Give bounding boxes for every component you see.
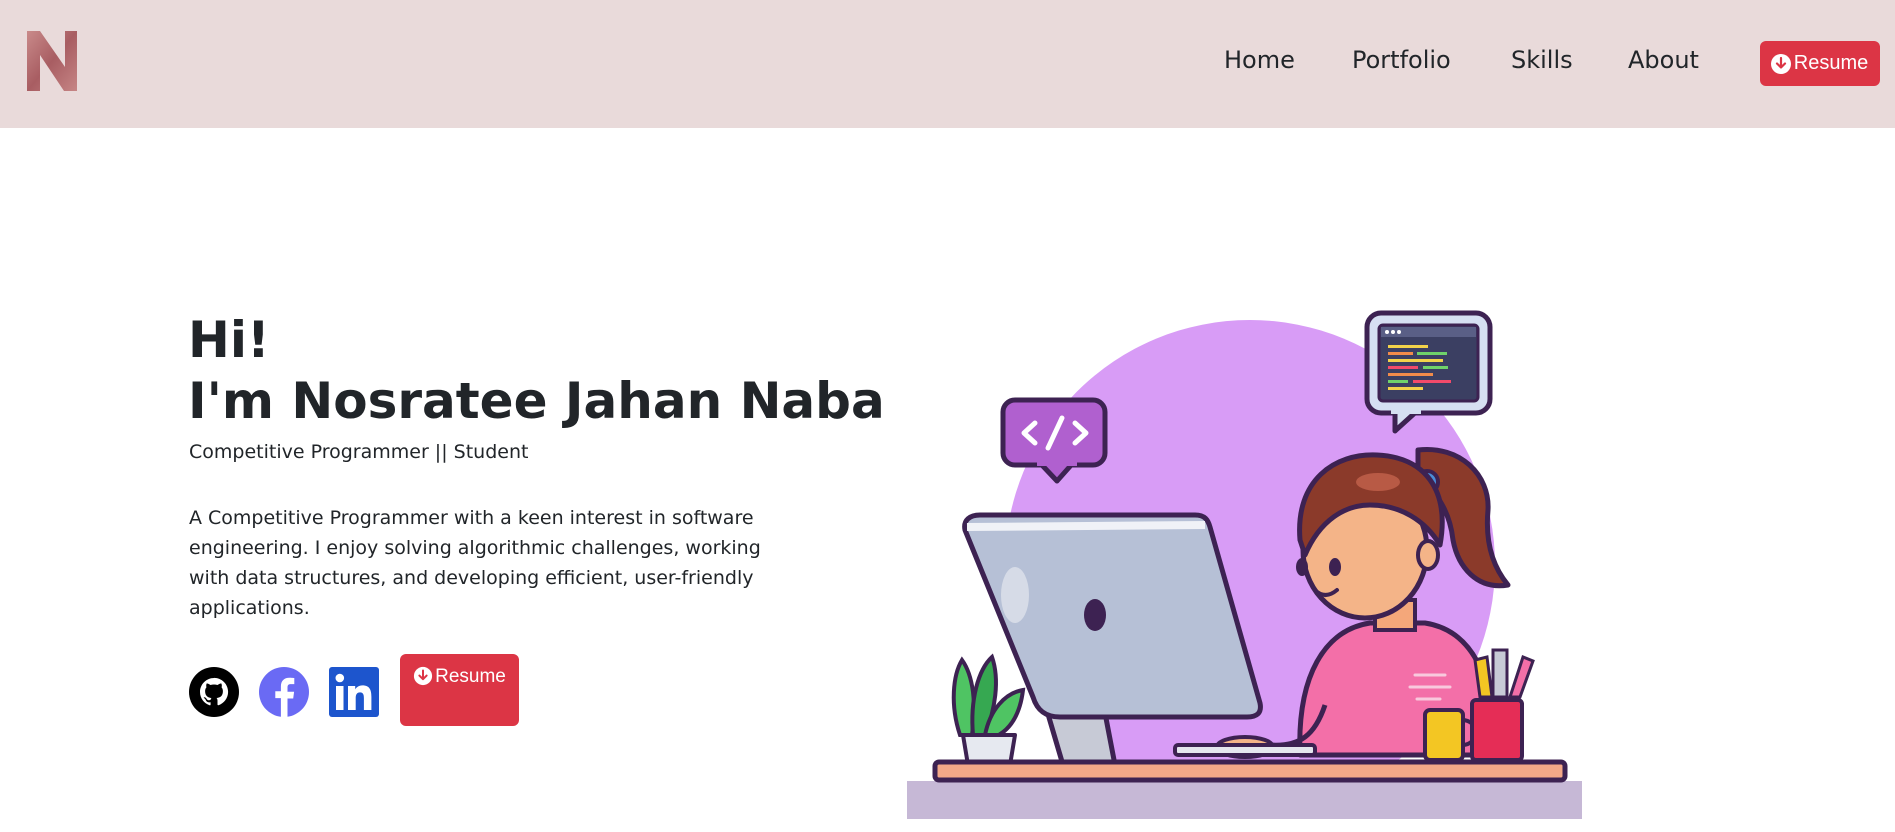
nav-about-link[interactable]: About [1628, 40, 1699, 80]
hero-resume-label: Resume [435, 666, 506, 687]
girl-coding-illustration [907, 310, 1582, 819]
hero-subtitle: Competitive Programmer || Student [189, 441, 529, 463]
navbar: Home Portfolio Skills About Resume [0, 0, 1895, 128]
plant-icon [951, 653, 1026, 779]
nav-resume-button[interactable]: Resume [1760, 41, 1880, 86]
download-icon [1770, 53, 1791, 74]
hero-description: A Competitive Programmer with a keen int… [189, 507, 761, 619]
download-icon [414, 666, 433, 686]
facebook-icon[interactable] [258, 666, 310, 718]
hero-name: I'm Nosratee Jahan Naba [188, 372, 885, 430]
nav-skills-link[interactable]: Skills [1511, 40, 1573, 80]
code-window-bubble-icon [1364, 310, 1493, 434]
nav-portfolio-link[interactable]: Portfolio [1352, 40, 1451, 80]
hero-resume-button[interactable]: Resume [400, 654, 519, 726]
hero-title: Hi! I'm Nosratee Jahan Naba [188, 310, 885, 432]
logo-icon[interactable] [27, 31, 80, 91]
nav-home-link[interactable]: Home [1224, 40, 1295, 80]
hero-greeting: Hi! [188, 311, 270, 369]
linkedin-icon[interactable] [328, 666, 380, 718]
nav-resume-label: Resume [1793, 52, 1869, 74]
github-icon[interactable] [188, 666, 240, 718]
